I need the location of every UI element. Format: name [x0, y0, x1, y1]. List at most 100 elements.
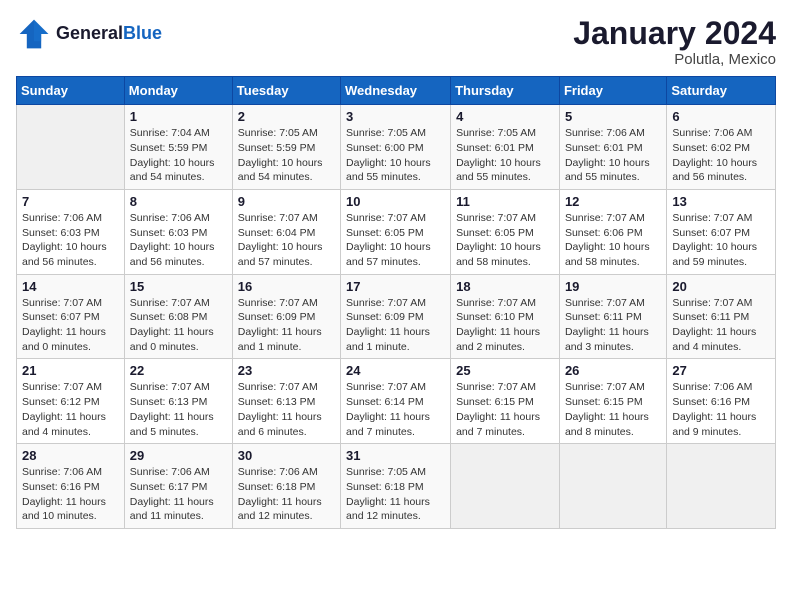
col-header-wednesday: Wednesday	[341, 77, 451, 105]
day-number: 16	[238, 279, 335, 294]
day-info: Sunrise: 7:07 AMSunset: 6:11 PMDaylight:…	[672, 296, 770, 355]
day-info: Sunrise: 7:06 AMSunset: 6:17 PMDaylight:…	[130, 465, 227, 524]
day-number: 12	[565, 194, 661, 209]
calendar-cell: 31 Sunrise: 7:05 AMSunset: 6:18 PMDayligh…	[341, 444, 451, 529]
day-number: 6	[672, 109, 770, 124]
day-info: Sunrise: 7:07 AMSunset: 6:05 PMDaylight:…	[456, 211, 554, 270]
day-info: Sunrise: 7:06 AMSunset: 6:16 PMDaylight:…	[22, 465, 119, 524]
day-number: 20	[672, 279, 770, 294]
calendar-cell: 6 Sunrise: 7:06 AMSunset: 6:02 PMDaylight…	[667, 105, 776, 190]
calendar-cell: 5 Sunrise: 7:06 AMSunset: 6:01 PMDaylight…	[559, 105, 666, 190]
calendar-cell: 4 Sunrise: 7:05 AMSunset: 6:01 PMDaylight…	[451, 105, 560, 190]
calendar-cell: 26Sunrise: 7:07 AMSunset: 6:15 PMDayligh…	[559, 359, 666, 444]
calendar-cell: 25Sunrise: 7:07 AMSunset: 6:15 PMDayligh…	[451, 359, 560, 444]
calendar-cell: 13 Sunrise: 7:07 AMSunset: 6:07 PMDayligh…	[667, 189, 776, 274]
location: Polutla, Mexico	[573, 51, 776, 68]
calendar-cell: 22Sunrise: 7:07 AMSunset: 6:13 PMDayligh…	[124, 359, 232, 444]
calendar-table: SundayMondayTuesdayWednesdayThursdayFrid…	[16, 76, 776, 529]
day-info: Sunrise: 7:05 AMSunset: 5:59 PMDaylight:…	[238, 126, 335, 185]
day-number: 31	[346, 448, 445, 463]
calendar-cell	[451, 444, 560, 529]
calendar-cell: 16Sunrise: 7:07 AMSunset: 6:09 PMDayligh…	[232, 274, 340, 359]
day-info: Sunrise: 7:07 AMSunset: 6:07 PMDaylight:…	[22, 296, 119, 355]
calendar-cell: 19Sunrise: 7:07 AMSunset: 6:11 PMDayligh…	[559, 274, 666, 359]
day-info: Sunrise: 7:07 AMSunset: 6:05 PMDaylight:…	[346, 211, 445, 270]
day-number: 21	[22, 363, 119, 378]
day-number: 24	[346, 363, 445, 378]
day-info: Sunrise: 7:05 AMSunset: 6:00 PMDaylight:…	[346, 126, 445, 185]
calendar-cell: 27Sunrise: 7:06 AMSunset: 6:16 PMDayligh…	[667, 359, 776, 444]
day-info: Sunrise: 7:04 AMSunset: 5:59 PMDaylight:…	[130, 126, 227, 185]
day-info: Sunrise: 7:06 AMSunset: 6:03 PMDaylight:…	[22, 211, 119, 270]
day-number: 19	[565, 279, 661, 294]
day-number: 2	[238, 109, 335, 124]
day-number: 4	[456, 109, 554, 124]
day-number: 5	[565, 109, 661, 124]
calendar-cell: 10 Sunrise: 7:07 AMSunset: 6:05 PMDayligh…	[341, 189, 451, 274]
day-number: 30	[238, 448, 335, 463]
title-block: January 2024 Polutla, Mexico	[573, 16, 776, 68]
week-row-3: 14 Sunrise: 7:07 AMSunset: 6:07 PMDayligh…	[17, 274, 776, 359]
day-number: 22	[130, 363, 227, 378]
day-info: Sunrise: 7:07 AMSunset: 6:10 PMDaylight:…	[456, 296, 554, 355]
calendar-cell: 30 Sunrise: 7:06 AMSunset: 6:18 PMDayligh…	[232, 444, 340, 529]
day-number: 13	[672, 194, 770, 209]
day-number: 15	[130, 279, 227, 294]
day-info: Sunrise: 7:07 AMSunset: 6:08 PMDaylight:…	[130, 296, 227, 355]
day-info: Sunrise: 7:05 AMSunset: 6:18 PMDaylight:…	[346, 465, 445, 524]
week-row-1: 1 Sunrise: 7:04 AMSunset: 5:59 PMDaylight…	[17, 105, 776, 190]
col-header-thursday: Thursday	[451, 77, 560, 105]
calendar-cell: 8Sunrise: 7:06 AMSunset: 6:03 PMDaylight…	[124, 189, 232, 274]
col-header-tuesday: Tuesday	[232, 77, 340, 105]
calendar-cell: 28 Sunrise: 7:06 AMSunset: 6:16 PMDayligh…	[17, 444, 125, 529]
calendar-cell: 7Sunrise: 7:06 AMSunset: 6:03 PMDaylight…	[17, 189, 125, 274]
week-row-4: 21 Sunrise: 7:07 AMSunset: 6:12 PMDayligh…	[17, 359, 776, 444]
day-info: Sunrise: 7:06 AMSunset: 6:16 PMDaylight:…	[672, 380, 770, 439]
day-info: Sunrise: 7:05 AMSunset: 6:01 PMDaylight:…	[456, 126, 554, 185]
page-header: GeneralBlue January 2024 Polutla, Mexico	[16, 16, 776, 68]
logo-icon	[16, 16, 52, 52]
calendar-cell: 29 Sunrise: 7:06 AMSunset: 6:17 PMDayligh…	[124, 444, 232, 529]
calendar-cell: 12Sunrise: 7:07 AMSunset: 6:06 PMDayligh…	[559, 189, 666, 274]
day-number: 14	[22, 279, 119, 294]
calendar-cell: 17Sunrise: 7:07 AMSunset: 6:09 PMDayligh…	[341, 274, 451, 359]
header-row: SundayMondayTuesdayWednesdayThursdayFrid…	[17, 77, 776, 105]
calendar-cell: 24 Sunrise: 7:07 AMSunset: 6:14 PMDayligh…	[341, 359, 451, 444]
day-info: Sunrise: 7:07 AMSunset: 6:07 PMDaylight:…	[672, 211, 770, 270]
day-number: 25	[456, 363, 554, 378]
day-info: Sunrise: 7:07 AMSunset: 6:14 PMDaylight:…	[346, 380, 445, 439]
day-info: Sunrise: 7:07 AMSunset: 6:13 PMDaylight:…	[238, 380, 335, 439]
day-number: 23	[238, 363, 335, 378]
calendar-cell: 2 Sunrise: 7:05 AMSunset: 5:59 PMDaylight…	[232, 105, 340, 190]
day-number: 28	[22, 448, 119, 463]
day-number: 9	[238, 194, 335, 209]
calendar-cell: 23 Sunrise: 7:07 AMSunset: 6:13 PMDayligh…	[232, 359, 340, 444]
calendar-cell: 14 Sunrise: 7:07 AMSunset: 6:07 PMDayligh…	[17, 274, 125, 359]
calendar-cell: 20 Sunrise: 7:07 AMSunset: 6:11 PMDayligh…	[667, 274, 776, 359]
calendar-cell: 9Sunrise: 7:07 AMSunset: 6:04 PMDaylight…	[232, 189, 340, 274]
day-info: Sunrise: 7:06 AMSunset: 6:02 PMDaylight:…	[672, 126, 770, 185]
day-number: 3	[346, 109, 445, 124]
logo: GeneralBlue	[16, 16, 162, 52]
day-info: Sunrise: 7:06 AMSunset: 6:18 PMDaylight:…	[238, 465, 335, 524]
day-info: Sunrise: 7:07 AMSunset: 6:12 PMDaylight:…	[22, 380, 119, 439]
day-info: Sunrise: 7:06 AMSunset: 6:01 PMDaylight:…	[565, 126, 661, 185]
day-number: 26	[565, 363, 661, 378]
calendar-cell	[17, 105, 125, 190]
calendar-cell: 3 Sunrise: 7:05 AMSunset: 6:00 PMDaylight…	[341, 105, 451, 190]
day-info: Sunrise: 7:07 AMSunset: 6:09 PMDaylight:…	[346, 296, 445, 355]
calendar-cell	[559, 444, 666, 529]
day-number: 18	[456, 279, 554, 294]
month-title: January 2024	[573, 16, 776, 51]
day-info: Sunrise: 7:06 AMSunset: 6:03 PMDaylight:…	[130, 211, 227, 270]
week-row-2: 7Sunrise: 7:06 AMSunset: 6:03 PMDaylight…	[17, 189, 776, 274]
calendar-cell: 18 Sunrise: 7:07 AMSunset: 6:10 PMDayligh…	[451, 274, 560, 359]
calendar-cell: 21 Sunrise: 7:07 AMSunset: 6:12 PMDayligh…	[17, 359, 125, 444]
calendar-cell	[667, 444, 776, 529]
col-header-monday: Monday	[124, 77, 232, 105]
day-number: 29	[130, 448, 227, 463]
col-header-sunday: Sunday	[17, 77, 125, 105]
day-number: 10	[346, 194, 445, 209]
week-row-5: 28 Sunrise: 7:06 AMSunset: 6:16 PMDayligh…	[17, 444, 776, 529]
day-number: 1	[130, 109, 227, 124]
